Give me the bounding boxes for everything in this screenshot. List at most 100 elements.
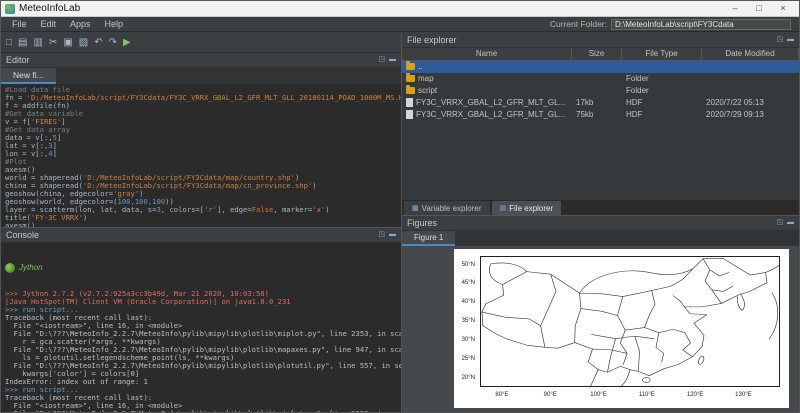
up-folder-icon: [406, 63, 415, 70]
new-file-icon[interactable]: □: [6, 34, 12, 52]
file-row[interactable]: ..: [402, 61, 799, 73]
file-name-cell: ..: [402, 61, 572, 73]
current-folder-input[interactable]: [611, 19, 791, 30]
code-token: ): [325, 205, 329, 214]
app-icon: [5, 4, 15, 14]
column-header-date-modified[interactable]: Date Modified: [702, 48, 799, 60]
code-line: title('FY-3C VRRX'): [5, 214, 397, 222]
menubar-items: FileEditAppsHelp: [5, 17, 130, 31]
paste-icon[interactable]: ▧: [79, 34, 88, 52]
float-panel-icon[interactable]: ◳: [776, 33, 783, 47]
column-header-name[interactable]: Name: [402, 48, 572, 60]
file-row[interactable]: scriptFolder: [402, 85, 799, 97]
china-map: [481, 257, 779, 386]
main-area: □ ▤ ▥ ✂ ▣ ▧ ↶ ↷ ▶ Editor ◳ ▬ New fi... #Load dat…: [1, 33, 799, 412]
code-line: data = v[:,5]: [5, 134, 397, 142]
jython-logo-text: Jython: [19, 264, 43, 272]
collapse-panel-icon[interactable]: ▬: [787, 33, 794, 47]
open-file-icon[interactable]: ▤: [18, 34, 27, 52]
file-row[interactable]: FY3C_VRRX_GBAL_L2_GFR_MLT_GL...17kbHDF20…: [402, 97, 799, 109]
code-token: ]: [57, 133, 61, 142]
menu-item-help[interactable]: Help: [98, 17, 131, 31]
float-panel-icon[interactable]: ◳: [776, 216, 783, 230]
x-tick-label: 100°E: [590, 392, 606, 398]
collapse-panel-icon[interactable]: ▬: [389, 228, 396, 242]
code-token: ): [312, 181, 316, 190]
redo-icon[interactable]: ↷: [109, 34, 117, 52]
tab-file-explorer[interactable]: ▤File explorer: [492, 201, 562, 215]
figure-tab-1[interactable]: Figure 1: [402, 231, 455, 246]
code-token: axesm(): [5, 221, 35, 227]
file-date: 2020/7/22 05:13: [702, 97, 799, 109]
menu-item-apps[interactable]: Apps: [63, 17, 98, 31]
undo-icon[interactable]: ↶: [94, 34, 102, 52]
window-title: MeteoInfoLab: [19, 3, 80, 14]
menu-item-file[interactable]: File: [5, 17, 34, 31]
figure: 50°N45°N40°N35°N30°N25°N20°N 80°E90°E100…: [454, 249, 789, 408]
console-panel-title: Console: [6, 230, 39, 240]
folder-icon: [406, 87, 415, 94]
file-name-cell: FY3C_VRRX_GBAL_L2_GFR_MLT_GL...: [402, 97, 572, 109]
x-tick-label: 90°E: [544, 392, 557, 398]
figure-tab-bar: Figure 1: [402, 231, 799, 246]
current-folder-box: Current Folder:: [550, 19, 795, 30]
file-name: map: [418, 74, 434, 83]
console-panel: Console ◳ ▬ Jython >>> Jython 2.7.2 (v2.…: [1, 228, 401, 412]
file-explorer-panel-header: File explorer ◳ ▬: [402, 33, 799, 48]
copy-icon[interactable]: ▣: [63, 34, 72, 52]
code-token: 'D:/MeteoInfoLab/script/FY3Cdata/FY3C_VR…: [27, 93, 401, 102]
tab-variable-explorer[interactable]: ▦Variable explorer: [404, 201, 490, 215]
x-tick-label: 130°E: [735, 392, 751, 398]
file-table-header: NameSizeFile TypeDate Modified: [402, 48, 799, 61]
code-token: , marker=: [273, 205, 312, 214]
file-name: script: [418, 86, 437, 95]
code-token: ]: [53, 149, 57, 158]
console-output: >>> Jython 2.7.2 (v2.7.2:925a3cc3b49d, M…: [5, 290, 397, 412]
editor-tab-new-file[interactable]: New fi...: [1, 68, 56, 84]
code-line: #Plot: [5, 158, 397, 166]
y-tick-label: 25°N: [462, 356, 475, 362]
file-row[interactable]: FY3C_VRRX_GBAL_L2_GFR_MLT_GL...75kbHDF20…: [402, 109, 799, 121]
x-tick-label: 80°E: [495, 392, 508, 398]
float-panel-icon[interactable]: ◳: [378, 228, 385, 242]
x-tick-label: 110°E: [639, 392, 655, 398]
editor-panel-header: Editor ◳ ▬: [1, 53, 401, 68]
file-name-cell: map: [402, 73, 572, 85]
column-header-file-type[interactable]: File Type: [622, 48, 702, 60]
menu-item-edit[interactable]: Edit: [34, 17, 64, 31]
y-tick-label: 40°N: [462, 299, 475, 305]
y-tick-label: 45°N: [462, 280, 475, 286]
file-explorer-icon: ▤: [500, 204, 507, 212]
console-content[interactable]: Jython >>> Jython 2.7.2 (v2.7.2:925a3cc3…: [1, 243, 401, 412]
code-token: 'r': [204, 205, 217, 214]
file-name-cell: script: [402, 85, 572, 97]
file-name: FY3C_VRRX_GBAL_L2_GFR_MLT_GL...: [416, 98, 565, 107]
file-row[interactable]: mapFolder: [402, 73, 799, 85]
save-icon[interactable]: ▥: [34, 34, 43, 52]
float-panel-icon[interactable]: ◳: [378, 53, 385, 67]
close-button[interactable]: ×: [771, 1, 795, 16]
code-token: 'x': [312, 205, 325, 214]
file-type: HDF: [622, 109, 702, 121]
run-script-icon[interactable]: ▶: [123, 34, 131, 52]
file-date: 2020/7/29 09:13: [702, 109, 799, 121]
file-icon: [406, 98, 413, 107]
collapse-panel-icon[interactable]: ▬: [787, 216, 794, 230]
column-header-size[interactable]: Size: [572, 48, 622, 60]
cut-icon[interactable]: ✂: [49, 34, 57, 52]
minimize-button[interactable]: –: [723, 1, 747, 16]
code-line: lat = v[:,3]: [5, 142, 397, 150]
file-explorer-panel-title: File explorer: [407, 35, 457, 45]
map-plot-area: [480, 256, 780, 387]
console-panel-header: Console ◳ ▬: [1, 228, 401, 243]
collapse-panel-icon[interactable]: ▬: [389, 53, 396, 67]
y-tick-label: 35°N: [462, 318, 475, 324]
console-line: File "D:\???\MeteoInfo_2.2.7\MeteoInfo\p…: [5, 410, 397, 412]
menubar: FileEditAppsHelp Current Folder:: [1, 17, 799, 32]
editor-code[interactable]: #Load data filefn = 'D:/MeteoInfoLab/scr…: [1, 84, 401, 227]
figures-panel: Figures ◳ ▬ Figure 1 50°N45°N40°N35°N30°…: [402, 216, 799, 412]
jython-logo-icon: [5, 263, 15, 273]
app-window: MeteoInfoLab – □ × FileEditAppsHelp Curr…: [0, 0, 800, 413]
left-column: □ ▤ ▥ ✂ ▣ ▧ ↶ ↷ ▶ Editor ◳ ▬ New fi... #Load dat…: [1, 33, 402, 412]
maximize-button[interactable]: □: [747, 1, 771, 16]
